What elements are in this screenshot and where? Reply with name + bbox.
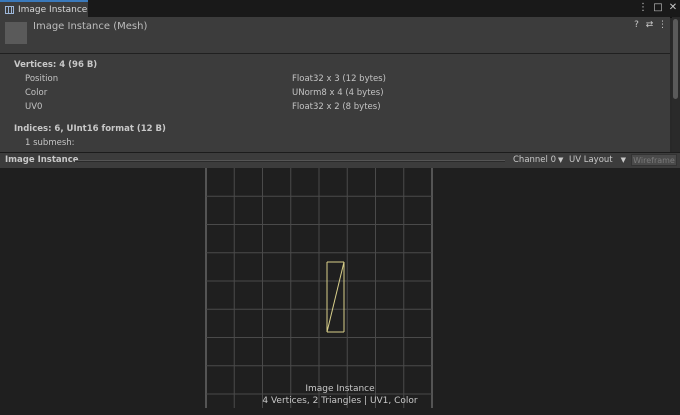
layout-label: UV Layout <box>569 155 613 165</box>
uv-preview[interactable]: Image Instance 4 Vertices, 2 Triangles |… <box>0 168 680 415</box>
mesh-inspector-window: Image Instance ⋮ □ ✕ Image Instance (Mes… <box>0 0 680 415</box>
chevron-down-icon: ▼ <box>558 156 564 164</box>
tab-label: Image Instance <box>18 4 88 15</box>
close-icon[interactable]: ✕ <box>668 2 678 14</box>
channel-label: Channel 0 <box>513 155 557 165</box>
preview-caption-stats: 4 Vertices, 2 Triangles | UV1, Color <box>262 396 418 406</box>
preview-caption-name: Image Instance <box>305 384 375 394</box>
inspector-header: Image Instance (Mesh) ? ⇄ ⋮ <box>0 17 670 54</box>
layout-dropdown[interactable]: UV Layout ▼ <box>569 154 626 166</box>
header-icons: ? ⇄ ⋮ <box>632 20 667 30</box>
attr-name-color: Color <box>25 88 48 98</box>
chevron-down-icon: ▼ <box>620 156 627 164</box>
more-options-icon[interactable]: ⋮ <box>638 2 648 14</box>
channel-dropdown[interactable]: Channel 0 ▼ <box>513 154 563 166</box>
attr-format-uv0: Float32 x 2 (8 bytes) <box>292 102 381 112</box>
attr-name-position: Position <box>25 74 59 84</box>
context-menu-icon[interactable]: ⋮ <box>658 20 667 30</box>
attr-format-position: Float32 x 3 (12 bytes) <box>292 74 386 84</box>
uv-layout-canvas <box>205 168 433 408</box>
preview-toolbar: Image Instance Channel 0 ▼ UV Layout ▼ W… <box>0 152 680 169</box>
submesh-count: 1 submesh: <box>25 138 75 148</box>
inspector-scrollbar[interactable] <box>672 17 680 152</box>
window-controls: ⋮ □ ✕ <box>638 2 678 14</box>
tab-bar: Image Instance ⋮ □ ✕ <box>0 0 680 18</box>
inspector-body: Vertices: 4 (96 B) Position Float32 x 3 … <box>0 54 670 152</box>
attr-name-uv0: UV0 <box>25 102 43 112</box>
header-title: Image Instance (Mesh) <box>33 21 148 32</box>
preview-drag-handle[interactable] <box>75 160 505 162</box>
maximize-icon[interactable]: □ <box>653 2 663 14</box>
wireframe-toggle[interactable]: Wireframe <box>631 154 677 166</box>
attr-format-color: UNorm8 x 4 (4 bytes) <box>292 88 384 98</box>
tab-image-instance[interactable]: Image Instance <box>0 0 88 17</box>
help-icon[interactable]: ? <box>632 20 641 30</box>
mesh-thumbnail <box>5 22 27 44</box>
vertices-heading: Vertices: 4 (96 B) <box>14 60 98 70</box>
preset-settings-icon[interactable]: ⇄ <box>645 20 654 30</box>
scrollbar-thumb[interactable] <box>673 19 678 99</box>
mesh-grid-icon <box>5 5 14 14</box>
uv-diagonal-edge <box>326 261 345 333</box>
indices-heading: Indices: 6, UInt16 format (12 B) <box>14 124 166 134</box>
preview-title: Image Instance <box>5 155 79 165</box>
